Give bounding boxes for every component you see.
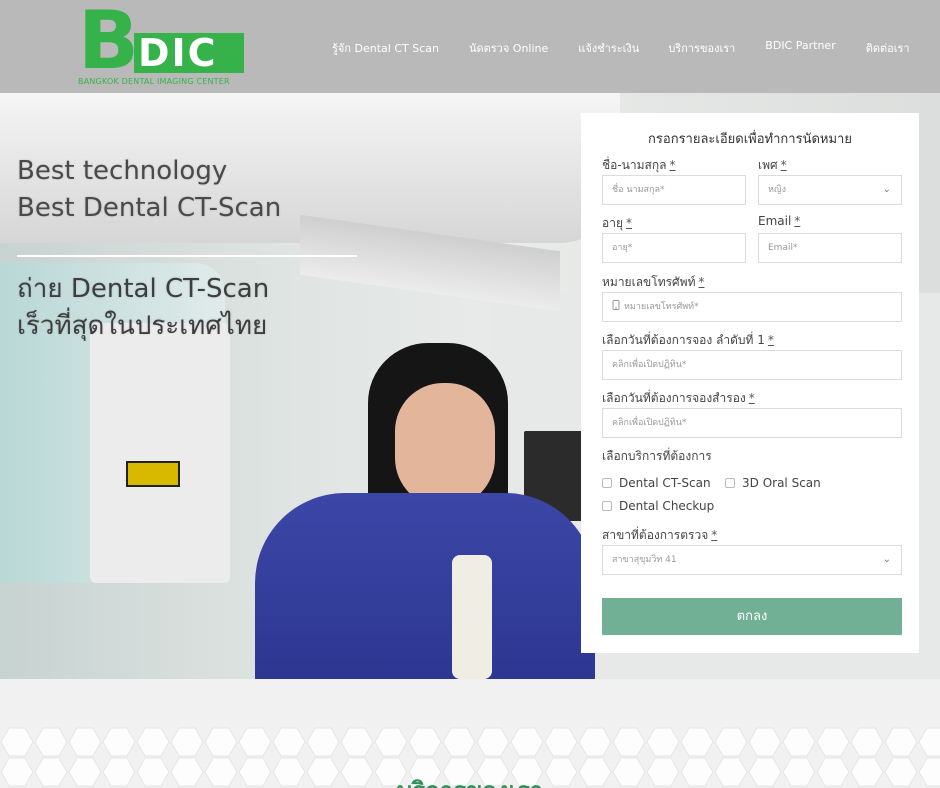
date2-label: เลือกวันที่ต้องการจองสำรอง * bbox=[602, 389, 755, 408]
chevron-down-icon: ⌄ bbox=[882, 554, 891, 565]
service-option-ct-scan[interactable]: Dental CT-Scan bbox=[602, 476, 711, 490]
checkbox[interactable] bbox=[602, 478, 612, 488]
hero-line-2: Best Dental CT-Scan bbox=[17, 193, 282, 223]
warning-label bbox=[126, 461, 180, 487]
main-nav: รู้จัก Dental CT Scan นัดตรวจ Online แจ้… bbox=[332, 39, 910, 57]
email-label: Email * bbox=[758, 214, 800, 228]
phone-icon bbox=[612, 300, 620, 310]
required-mark: * bbox=[748, 391, 755, 405]
patient-apron bbox=[255, 493, 595, 679]
hero-subheadline: ถ่าย Dental CT-Scan เร็วที่สุดในประเทศไท… bbox=[17, 271, 269, 345]
branch-select[interactable]: สาขาสุขุมวิท 41 ⌄ bbox=[602, 545, 902, 575]
service-option-label: 3D Oral Scan bbox=[742, 476, 821, 490]
bdic-logo[interactable]: B DIC BANGKOK DENTAL IMAGING CENTER bbox=[78, 1, 248, 89]
submit-button[interactable]: ตกลง bbox=[602, 598, 902, 635]
service-option-oral-scan[interactable]: 3D Oral Scan bbox=[725, 476, 821, 490]
date2-input[interactable]: คลิกเพื่อเปิดปฏิทิน* bbox=[602, 408, 902, 438]
date1-input[interactable]: คลิกเพื่อเปิดปฏิทิน* bbox=[602, 350, 902, 380]
hero-headline: Best technology Best Dental CT-Scan bbox=[17, 153, 281, 227]
phone-placeholder: หมายเลขโทรศัพท์* bbox=[624, 302, 699, 312]
date2-placeholder: คลิกเพื่อเปิดปฏิทิน* bbox=[612, 418, 687, 428]
name-label-text: ชื่อ-นามสกุล bbox=[602, 158, 667, 172]
branch-value: สาขาสุขุมวิท 41 bbox=[612, 555, 677, 565]
site-header: B DIC BANGKOK DENTAL IMAGING CENTER รู้จ… bbox=[0, 0, 940, 93]
hero-divider bbox=[17, 255, 357, 257]
date1-label: เลือกวันที่ต้องการจอง ลำดับที่ 1 * bbox=[602, 331, 774, 350]
required-mark: * bbox=[625, 216, 632, 230]
ct-machine-panel bbox=[90, 323, 230, 583]
name-placeholder: ชื่อ นามสกุล* bbox=[612, 185, 665, 195]
service-option-label: Dental Checkup bbox=[619, 499, 715, 513]
required-mark: * bbox=[794, 214, 801, 228]
hero-line-4: เร็วที่สุดในประเทศไทย bbox=[17, 311, 268, 341]
logo-letter: B bbox=[78, 0, 139, 87]
email-label-text: Email bbox=[758, 214, 792, 228]
nav-services[interactable]: บริการของเรา bbox=[668, 39, 735, 57]
date1-placeholder: คลิกเพื่อเปิดปฏิทิน* bbox=[612, 360, 687, 370]
gender-label-text: เพศ bbox=[758, 158, 778, 172]
checkbox[interactable] bbox=[602, 501, 612, 511]
phone-label-text: หมายเลขโทรศัพท์ bbox=[602, 275, 696, 289]
email-input[interactable]: Email* bbox=[758, 233, 902, 263]
branch-label: สาขาที่ต้องการตรวจ * bbox=[602, 526, 717, 545]
required-mark: * bbox=[698, 275, 705, 289]
phone-label: หมายเลขโทรศัพท์ * bbox=[602, 273, 705, 292]
chin-rest bbox=[452, 555, 492, 679]
phone-input[interactable]: หมายเลขโทรศัพท์* bbox=[602, 292, 902, 322]
hero-line-1: Best technology bbox=[17, 156, 228, 186]
service-option-checkup[interactable]: Dental Checkup bbox=[602, 499, 714, 513]
services-label: เลือกบริการที่ต้องการ bbox=[602, 449, 712, 463]
chevron-down-icon: ⌄ bbox=[882, 184, 891, 195]
service-option-label: Dental CT-Scan bbox=[619, 476, 711, 490]
nav-contact[interactable]: ติดต่อเรา bbox=[866, 39, 910, 57]
gender-select[interactable]: หญิง ⌄ bbox=[758, 175, 902, 205]
required-mark: * bbox=[767, 333, 774, 347]
nav-about-ct-scan[interactable]: รู้จัก Dental CT Scan bbox=[332, 39, 439, 57]
name-input[interactable]: ชื่อ นามสกุล* bbox=[602, 175, 746, 205]
age-input[interactable]: อายุ* bbox=[602, 233, 746, 263]
age-placeholder: อายุ* bbox=[612, 243, 633, 253]
name-label: ชื่อ-นามสกุล * bbox=[602, 156, 675, 175]
date2-label-text: เลือกวันที่ต้องการจองสำรอง bbox=[602, 391, 746, 405]
booking-form: กรอกรายละเอียดเพื่อทำการนัดหมาย ชื่อ-นาม… bbox=[581, 113, 919, 653]
required-mark: * bbox=[711, 528, 718, 542]
date1-label-text: เลือกวันที่ต้องการจอง ลำดับที่ 1 bbox=[602, 333, 765, 347]
services-title: บริการของเรา bbox=[0, 771, 940, 788]
age-label: อายุ * bbox=[602, 214, 632, 233]
required-mark: * bbox=[669, 158, 676, 172]
logo-suffix: DIC bbox=[138, 31, 218, 75]
services-section: บริการของเรา bbox=[0, 679, 940, 788]
patient-face bbox=[395, 383, 495, 508]
checkbox[interactable] bbox=[725, 478, 735, 488]
gender-value: หญิง bbox=[768, 185, 786, 195]
form-title: กรอกรายละเอียดเพื่อทำการนัดหมาย bbox=[648, 132, 852, 147]
hero-line-3: ถ่าย Dental CT-Scan bbox=[17, 274, 270, 304]
branch-label-text: สาขาที่ต้องการตรวจ bbox=[602, 528, 709, 542]
email-placeholder: Email* bbox=[768, 243, 798, 253]
nav-partner[interactable]: BDIC Partner bbox=[765, 39, 835, 57]
nav-payment[interactable]: แจ้งชำระเงิน bbox=[578, 39, 639, 57]
gender-label: เพศ * bbox=[758, 156, 787, 175]
age-label-text: อายุ bbox=[602, 216, 623, 230]
required-mark: * bbox=[780, 158, 787, 172]
nav-book-online[interactable]: นัดตรวจ Online bbox=[469, 39, 548, 57]
logo-tagline: BANGKOK DENTAL IMAGING CENTER bbox=[78, 77, 230, 86]
